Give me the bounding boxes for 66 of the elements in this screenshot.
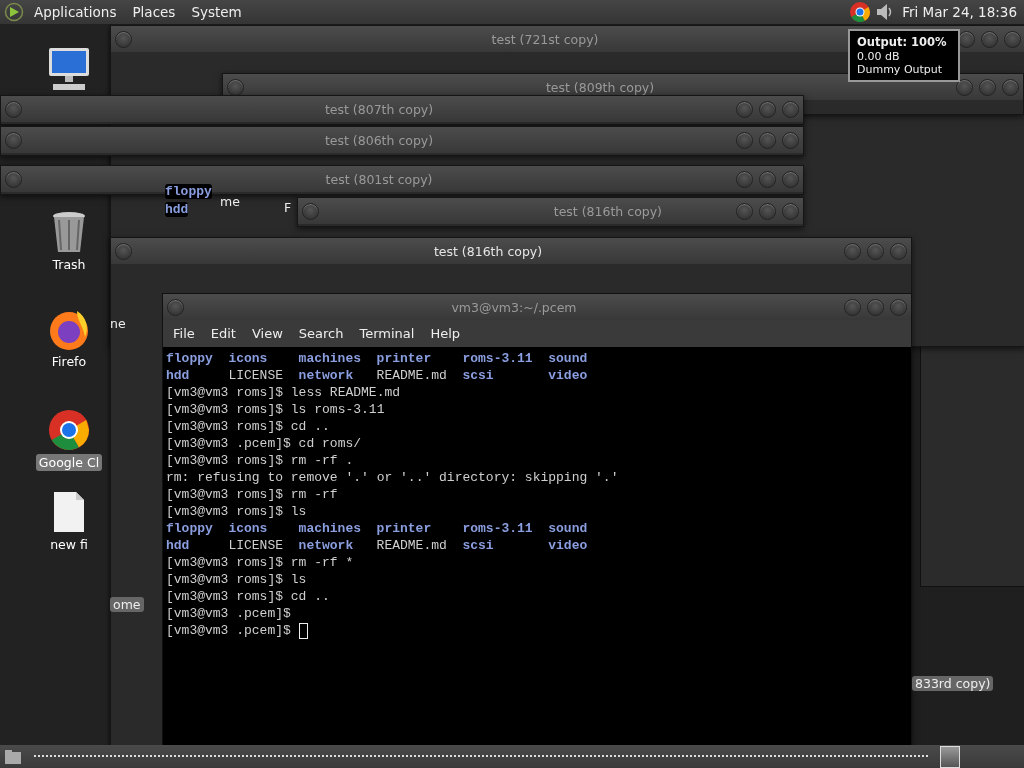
panel-menu[interactable]: Applications bbox=[28, 4, 123, 20]
window-title: test (806th copy) bbox=[324, 132, 434, 148]
window-title: test (807th copy) bbox=[324, 101, 434, 117]
file-name: icons bbox=[228, 350, 269, 367]
file-name: roms-3.11 bbox=[462, 350, 534, 367]
text-fragment: me bbox=[220, 194, 240, 209]
window-title: vm3@vm3:~/.pcem bbox=[451, 299, 577, 315]
menu-item[interactable]: Terminal bbox=[353, 326, 421, 341]
text-fragment: F bbox=[284, 200, 292, 215]
file-name: hdd bbox=[166, 367, 191, 384]
file-name: floppy bbox=[166, 350, 214, 367]
window-title: test (816th copy) bbox=[553, 203, 662, 219]
menu-item[interactable]: File bbox=[167, 326, 201, 341]
tooltip-text: Dummy Output bbox=[857, 63, 944, 76]
terminal-line: [vm3@vm3 roms]$ rm -rf . bbox=[166, 452, 354, 469]
terminal-line: [vm3@vm3 roms]$ less README.md bbox=[166, 384, 401, 401]
file-name: network bbox=[298, 537, 355, 554]
file-name: roms-3.11 bbox=[462, 520, 534, 537]
file-name: video bbox=[548, 537, 589, 554]
menu-item[interactable]: Search bbox=[292, 326, 350, 341]
text-fragment: ne bbox=[110, 316, 126, 331]
menu-item[interactable]: View bbox=[245, 326, 289, 341]
file-name: scsi bbox=[462, 537, 495, 554]
clock[interactable]: Fri Mar 24, 18:36 bbox=[899, 4, 1020, 20]
file-name: LICENSE bbox=[228, 537, 284, 554]
terminal-line: [vm3@vm3 roms]$ rm -rf * bbox=[166, 554, 354, 571]
file-name: sound bbox=[548, 520, 589, 537]
file-name: sound bbox=[548, 350, 589, 367]
file-name: hdd bbox=[166, 537, 191, 554]
file-name: printer bbox=[376, 350, 433, 367]
panel-menu[interactable]: System bbox=[185, 4, 248, 20]
window-title: test (801st copy) bbox=[325, 171, 433, 187]
window-title: test (721st copy) bbox=[491, 31, 599, 47]
terminal-line: [vm3@vm3 roms]$ cd .. bbox=[166, 418, 330, 435]
file-name: machines bbox=[298, 520, 363, 537]
terminal-line: [vm3@vm3 roms]$ ls bbox=[166, 503, 307, 520]
menu-item[interactable]: Help bbox=[424, 326, 467, 341]
menu-item[interactable]: Edit bbox=[204, 326, 242, 341]
terminal-line: [vm3@vm3 .pcem]$ bbox=[166, 605, 291, 622]
file-name: network bbox=[298, 367, 355, 384]
file-name: machines bbox=[298, 350, 363, 367]
window-title: test (816th copy) bbox=[433, 243, 543, 259]
file-name: scsi bbox=[462, 367, 495, 384]
icon-label[interactable]: Google Cl bbox=[35, 454, 103, 471]
terminal-line: rm: refusing to remove '.' or '..' directory: skipping '.' bbox=[166, 469, 619, 486]
file-name: video bbox=[548, 367, 589, 384]
file-name: README.md bbox=[376, 367, 448, 384]
file-name: printer bbox=[376, 520, 433, 537]
window-title: test (809th copy) bbox=[545, 79, 655, 95]
text-fragment: floppy bbox=[165, 184, 212, 199]
file-name: README.md bbox=[376, 537, 448, 554]
terminal-line: [vm3@vm3 roms]$ rm -rf bbox=[166, 486, 338, 503]
text-fragment: hdd bbox=[165, 202, 189, 217]
terminal-line: [vm3@vm3 .pcem]$ cd roms/ bbox=[166, 435, 362, 452]
terminal-line: [vm3@vm3 roms]$ cd .. bbox=[166, 588, 330, 605]
file-name: LICENSE bbox=[228, 367, 284, 384]
file-name: icons bbox=[228, 520, 269, 537]
file-name: floppy bbox=[166, 520, 214, 537]
terminal-line: [vm3@vm3 .pcem]$ bbox=[166, 622, 291, 639]
panel-menu[interactable]: Places bbox=[126, 4, 182, 20]
tooltip-title: Output: 100% bbox=[857, 35, 947, 50]
window-label: 833rd copy) bbox=[912, 676, 994, 691]
window-label: ome bbox=[110, 597, 144, 612]
terminal-line: [vm3@vm3 roms]$ ls roms-3.11 bbox=[166, 401, 385, 418]
terminal-line: [vm3@vm3 roms]$ ls bbox=[166, 571, 307, 588]
tooltip-text: 0.00 dB bbox=[857, 50, 901, 63]
